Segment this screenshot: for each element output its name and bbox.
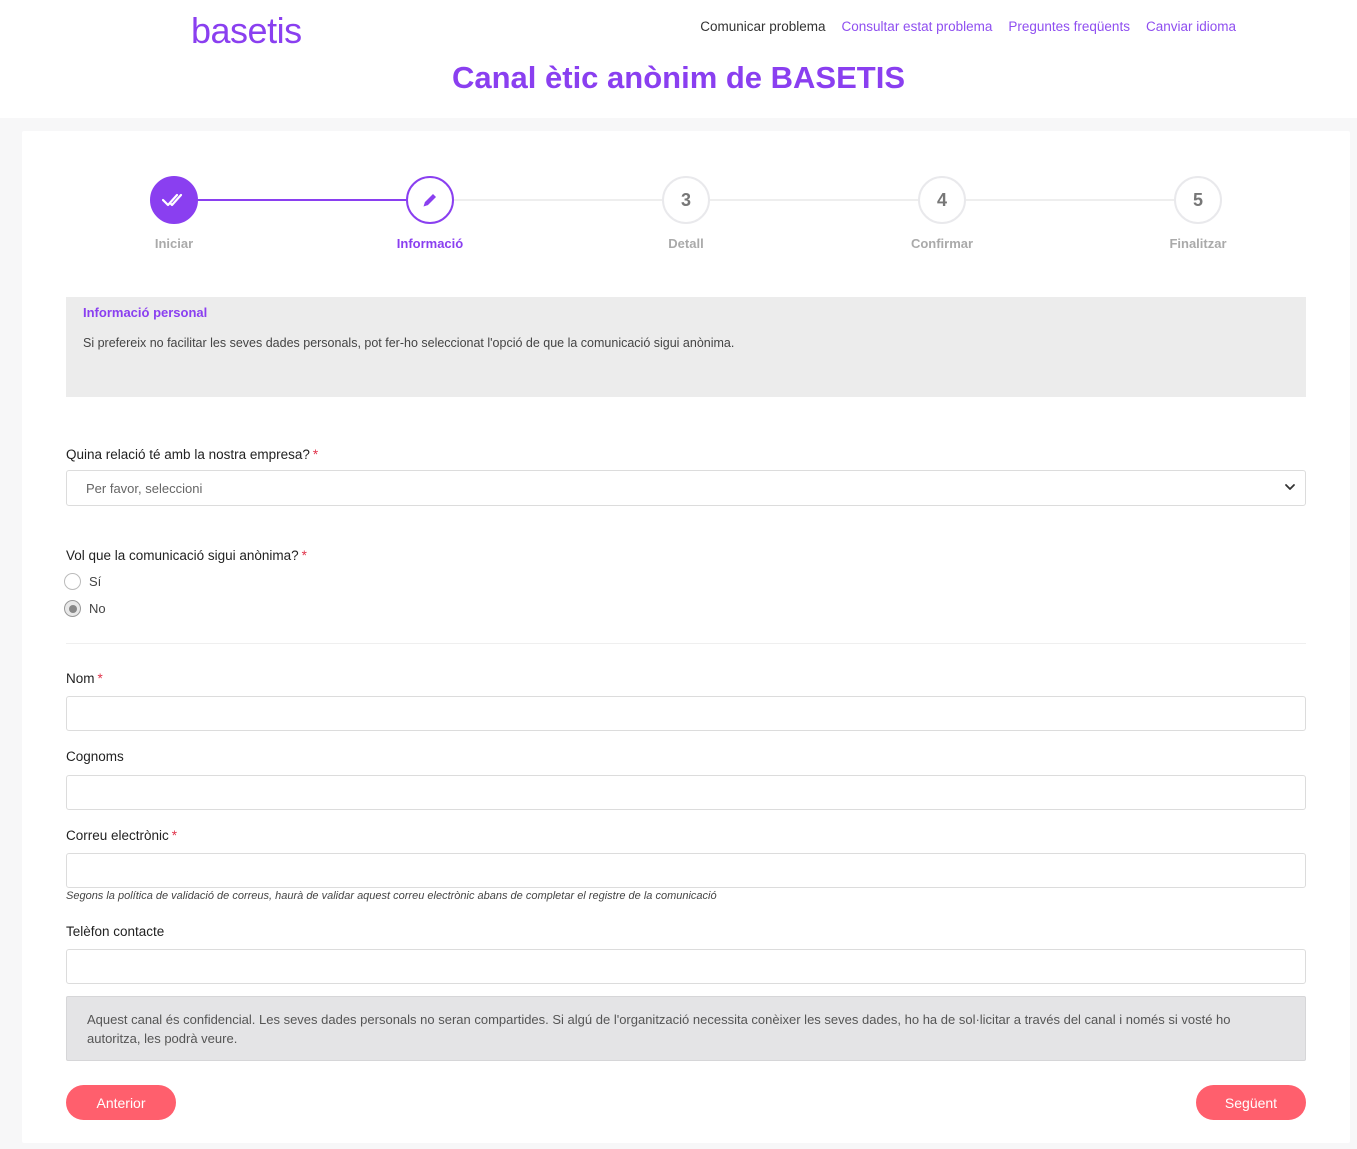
step-connector-pending — [430, 199, 1198, 201]
anonymous-label-text: Vol que la comunicació sigui anònima? — [66, 548, 299, 563]
info-text: Si prefereix no facilitar les seves dade… — [83, 336, 735, 350]
top-bar: basetis Comunicar problema Consultar est… — [0, 0, 1357, 118]
step-circle: 4 — [918, 176, 966, 224]
phone-input[interactable] — [66, 949, 1306, 984]
nav-faq[interactable]: Preguntes freqüents — [1008, 19, 1130, 34]
chevron-down-icon — [1285, 484, 1295, 490]
email-input[interactable] — [66, 853, 1306, 888]
step-information: Informació — [370, 176, 490, 251]
email-label: Correu electrònic * — [66, 828, 177, 843]
required-mark: * — [171, 828, 178, 843]
nav-report-problem[interactable]: Comunicar problema — [700, 19, 825, 34]
surname-input[interactable] — [66, 775, 1306, 810]
step-circle: 5 — [1174, 176, 1222, 224]
logo[interactable]: basetis — [191, 10, 302, 52]
radio-yes-label: Sí — [89, 574, 102, 589]
confidentiality-notice: Aquest canal és confidencial. Les seves … — [66, 996, 1306, 1061]
name-label-text: Nom — [66, 671, 95, 686]
email-label-text: Correu electrònic — [66, 828, 169, 843]
relation-select-value: Per favor, seleccioni — [86, 481, 203, 496]
info-title: Informació personal — [83, 305, 208, 320]
relation-label: Quina relació té amb la nostra empresa? * — [66, 447, 318, 462]
nav-check-status[interactable]: Consultar estat problema — [842, 19, 993, 34]
required-mark: * — [97, 671, 103, 686]
phone-label: Telèfon contacte — [66, 924, 165, 939]
name-label: Nom * — [66, 671, 103, 686]
radio-yes[interactable] — [64, 573, 81, 590]
required-mark: * — [301, 548, 307, 563]
step-label: Finalitzar — [1169, 236, 1227, 251]
name-input[interactable] — [66, 696, 1306, 731]
radio-no-label: No — [89, 601, 106, 616]
radio-option-yes[interactable]: Sí — [64, 573, 101, 590]
email-help-text: Segons la política de validació de corre… — [66, 890, 717, 902]
step-circle-current — [406, 176, 454, 224]
step-label: Iniciar — [154, 236, 194, 251]
nav-change-language[interactable]: Canviar idioma — [1146, 19, 1236, 34]
step-circle: 3 — [662, 176, 710, 224]
relation-label-text: Quina relació té amb la nostra empresa? — [66, 447, 310, 462]
section-divider — [66, 643, 1306, 644]
step-detail: 3 Detall — [626, 176, 746, 251]
step-label: Informació — [396, 236, 464, 251]
step-circle-done — [150, 176, 198, 224]
anonymous-label: Vol que la comunicació sigui anònima? * — [66, 548, 307, 563]
form-card: Iniciar Informació 3 Detall 4 Confirmar … — [22, 131, 1350, 1143]
progress-stepper: Iniciar Informació 3 Detall 4 Confirmar … — [22, 131, 1350, 271]
step-finish: 5 Finalitzar — [1138, 176, 1258, 251]
surname-label: Cognoms — [66, 749, 124, 764]
pencil-icon — [423, 194, 436, 207]
step-label: Confirmar — [910, 236, 974, 251]
step-label: Detall — [668, 236, 704, 251]
radio-no[interactable] — [64, 600, 81, 617]
step-confirm: 4 Confirmar — [882, 176, 1002, 251]
next-button[interactable]: Següent — [1196, 1085, 1306, 1120]
previous-button[interactable]: Anterior — [66, 1085, 176, 1120]
radio-option-no[interactable]: No — [64, 600, 106, 617]
double-check-icon — [162, 193, 183, 207]
personal-info-box: Informació personal Si prefereix no faci… — [66, 297, 1306, 397]
relation-select[interactable]: Per favor, seleccioni — [66, 470, 1306, 506]
required-mark: * — [312, 447, 319, 462]
step-start: Iniciar — [114, 176, 234, 251]
page-title: Canal ètic anònim de BASETIS — [451, 60, 906, 95]
main-nav: Comunicar problema Consultar estat probl… — [700, 19, 1236, 34]
